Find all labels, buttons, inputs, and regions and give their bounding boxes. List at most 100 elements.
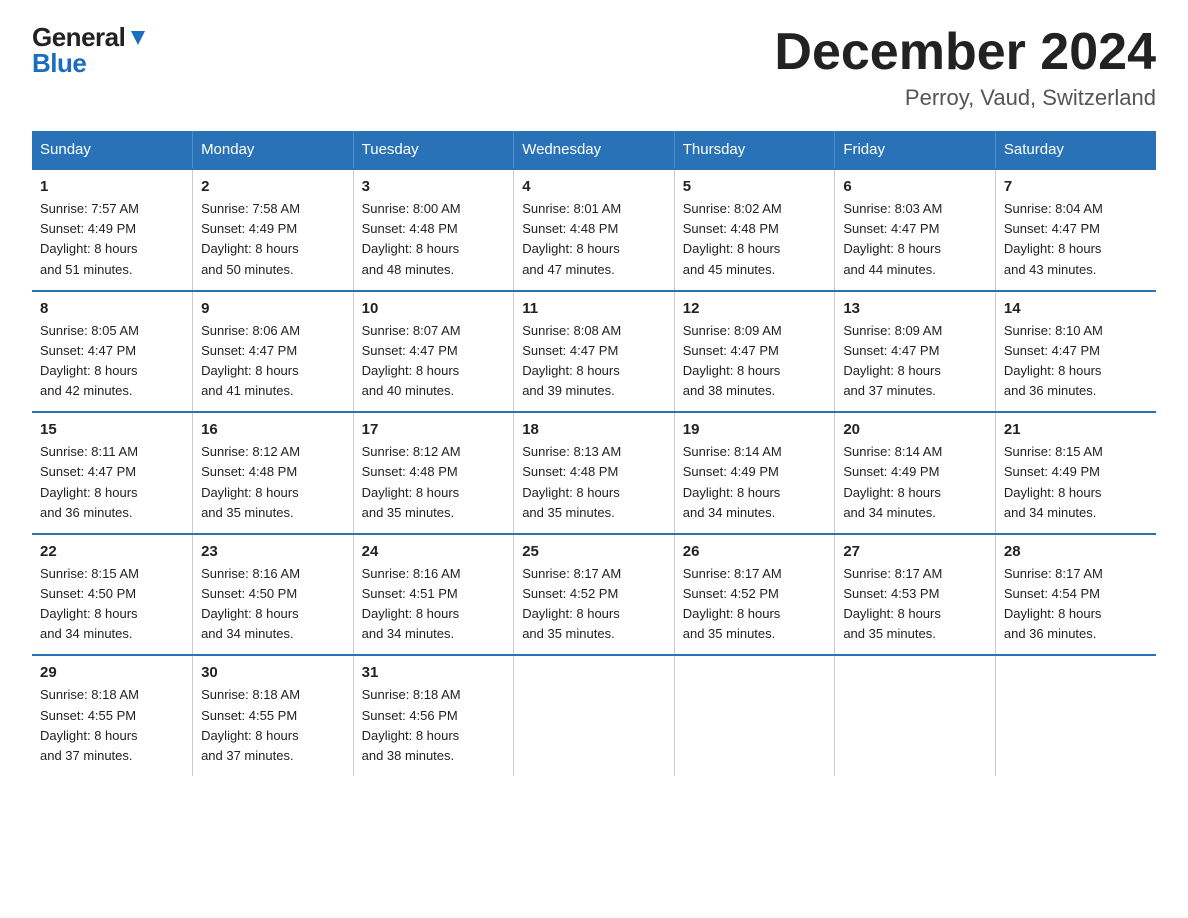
day-cell: 15 Sunrise: 8:11 AMSunset: 4:47 PMDaylig… [32,412,193,534]
day-info: Sunrise: 8:17 AMSunset: 4:52 PMDaylight:… [522,566,621,641]
day-number: 20 [843,421,987,438]
week-row-1: 1 Sunrise: 7:57 AMSunset: 4:49 PMDayligh… [32,169,1156,291]
day-number: 14 [1004,300,1148,317]
day-number: 30 [201,664,345,681]
day-info: Sunrise: 8:16 AMSunset: 4:50 PMDaylight:… [201,566,300,641]
day-number: 1 [40,178,184,195]
day-cell: 4 Sunrise: 8:01 AMSunset: 4:48 PMDayligh… [514,169,675,291]
day-cell: 28 Sunrise: 8:17 AMSunset: 4:54 PMDaylig… [995,534,1156,656]
day-cell: 17 Sunrise: 8:12 AMSunset: 4:48 PMDaylig… [353,412,514,534]
day-cell: 22 Sunrise: 8:15 AMSunset: 4:50 PMDaylig… [32,534,193,656]
week-row-4: 22 Sunrise: 8:15 AMSunset: 4:50 PMDaylig… [32,534,1156,656]
day-info: Sunrise: 8:01 AMSunset: 4:48 PMDaylight:… [522,201,621,276]
day-cell: 7 Sunrise: 8:04 AMSunset: 4:47 PMDayligh… [995,169,1156,291]
week-row-2: 8 Sunrise: 8:05 AMSunset: 4:47 PMDayligh… [32,291,1156,413]
day-info: Sunrise: 8:18 AMSunset: 4:55 PMDaylight:… [40,687,139,762]
day-cell: 20 Sunrise: 8:14 AMSunset: 4:49 PMDaylig… [835,412,996,534]
day-cell: 19 Sunrise: 8:14 AMSunset: 4:49 PMDaylig… [674,412,835,534]
day-number: 5 [683,178,827,195]
day-number: 16 [201,421,345,438]
day-info: Sunrise: 8:13 AMSunset: 4:48 PMDaylight:… [522,444,621,519]
day-cell: 14 Sunrise: 8:10 AMSunset: 4:47 PMDaylig… [995,291,1156,413]
day-info: Sunrise: 8:17 AMSunset: 4:52 PMDaylight:… [683,566,782,641]
day-cell: 10 Sunrise: 8:07 AMSunset: 4:47 PMDaylig… [353,291,514,413]
calendar-table: SundayMondayTuesdayWednesdayThursdayFrid… [32,131,1156,776]
day-cell: 16 Sunrise: 8:12 AMSunset: 4:48 PMDaylig… [193,412,354,534]
day-info: Sunrise: 8:11 AMSunset: 4:47 PMDaylight:… [40,444,138,519]
week-row-5: 29 Sunrise: 8:18 AMSunset: 4:55 PMDaylig… [32,655,1156,776]
day-cell: 29 Sunrise: 8:18 AMSunset: 4:55 PMDaylig… [32,655,193,776]
day-info: Sunrise: 8:14 AMSunset: 4:49 PMDaylight:… [683,444,782,519]
day-cell: 30 Sunrise: 8:18 AMSunset: 4:55 PMDaylig… [193,655,354,776]
day-cell: 26 Sunrise: 8:17 AMSunset: 4:52 PMDaylig… [674,534,835,656]
day-info: Sunrise: 8:15 AMSunset: 4:49 PMDaylight:… [1004,444,1103,519]
day-cell [835,655,996,776]
day-number: 26 [683,543,827,560]
column-header-monday: Monday [193,131,354,169]
day-cell: 8 Sunrise: 8:05 AMSunset: 4:47 PMDayligh… [32,291,193,413]
day-number: 23 [201,543,345,560]
day-cell: 1 Sunrise: 7:57 AMSunset: 4:49 PMDayligh… [32,169,193,291]
day-cell: 27 Sunrise: 8:17 AMSunset: 4:53 PMDaylig… [835,534,996,656]
day-cell: 13 Sunrise: 8:09 AMSunset: 4:47 PMDaylig… [835,291,996,413]
day-cell: 2 Sunrise: 7:58 AMSunset: 4:49 PMDayligh… [193,169,354,291]
day-number: 27 [843,543,987,560]
day-number: 15 [40,421,184,438]
column-header-saturday: Saturday [995,131,1156,169]
logo-triangle-icon [127,27,149,49]
day-number: 12 [683,300,827,317]
day-info: Sunrise: 8:17 AMSunset: 4:53 PMDaylight:… [843,566,942,641]
logo-blue-text: Blue [32,50,149,76]
day-cell: 21 Sunrise: 8:15 AMSunset: 4:49 PMDaylig… [995,412,1156,534]
day-number: 3 [362,178,506,195]
day-cell [995,655,1156,776]
page-subtitle: Perroy, Vaud, Switzerland [774,85,1156,111]
column-header-friday: Friday [835,131,996,169]
day-info: Sunrise: 8:05 AMSunset: 4:47 PMDaylight:… [40,323,139,398]
day-cell: 24 Sunrise: 8:16 AMSunset: 4:51 PMDaylig… [353,534,514,656]
day-cell: 25 Sunrise: 8:17 AMSunset: 4:52 PMDaylig… [514,534,675,656]
day-number: 21 [1004,421,1148,438]
day-info: Sunrise: 8:18 AMSunset: 4:55 PMDaylight:… [201,687,300,762]
day-cell: 11 Sunrise: 8:08 AMSunset: 4:47 PMDaylig… [514,291,675,413]
day-cell: 31 Sunrise: 8:18 AMSunset: 4:56 PMDaylig… [353,655,514,776]
day-info: Sunrise: 8:15 AMSunset: 4:50 PMDaylight:… [40,566,139,641]
day-info: Sunrise: 8:14 AMSunset: 4:49 PMDaylight:… [843,444,942,519]
day-info: Sunrise: 8:10 AMSunset: 4:47 PMDaylight:… [1004,323,1103,398]
day-number: 2 [201,178,345,195]
day-info: Sunrise: 8:08 AMSunset: 4:47 PMDaylight:… [522,323,621,398]
day-info: Sunrise: 8:12 AMSunset: 4:48 PMDaylight:… [362,444,461,519]
page-header: General Blue December 2024 Perroy, Vaud,… [32,24,1156,111]
day-cell: 18 Sunrise: 8:13 AMSunset: 4:48 PMDaylig… [514,412,675,534]
day-info: Sunrise: 8:17 AMSunset: 4:54 PMDaylight:… [1004,566,1103,641]
day-info: Sunrise: 8:06 AMSunset: 4:47 PMDaylight:… [201,323,300,398]
day-number: 13 [843,300,987,317]
column-header-tuesday: Tuesday [353,131,514,169]
day-number: 31 [362,664,506,681]
day-number: 17 [362,421,506,438]
calendar-header-row: SundayMondayTuesdayWednesdayThursdayFrid… [32,131,1156,169]
day-number: 25 [522,543,666,560]
day-info: Sunrise: 8:00 AMSunset: 4:48 PMDaylight:… [362,201,461,276]
day-info: Sunrise: 7:58 AMSunset: 4:49 PMDaylight:… [201,201,300,276]
day-cell: 5 Sunrise: 8:02 AMSunset: 4:48 PMDayligh… [674,169,835,291]
week-row-3: 15 Sunrise: 8:11 AMSunset: 4:47 PMDaylig… [32,412,1156,534]
day-number: 10 [362,300,506,317]
column-header-sunday: Sunday [32,131,193,169]
day-info: Sunrise: 8:18 AMSunset: 4:56 PMDaylight:… [362,687,461,762]
day-number: 7 [1004,178,1148,195]
title-block: December 2024 Perroy, Vaud, Switzerland [774,24,1156,111]
column-header-wednesday: Wednesday [514,131,675,169]
day-number: 11 [522,300,666,317]
day-info: Sunrise: 8:16 AMSunset: 4:51 PMDaylight:… [362,566,461,641]
day-number: 28 [1004,543,1148,560]
day-number: 29 [40,664,184,681]
logo: General Blue [32,24,149,76]
day-cell [514,655,675,776]
logo-general-text: General [32,24,125,50]
day-info: Sunrise: 8:09 AMSunset: 4:47 PMDaylight:… [683,323,782,398]
day-cell: 9 Sunrise: 8:06 AMSunset: 4:47 PMDayligh… [193,291,354,413]
day-info: Sunrise: 8:03 AMSunset: 4:47 PMDaylight:… [843,201,942,276]
day-number: 8 [40,300,184,317]
day-number: 9 [201,300,345,317]
